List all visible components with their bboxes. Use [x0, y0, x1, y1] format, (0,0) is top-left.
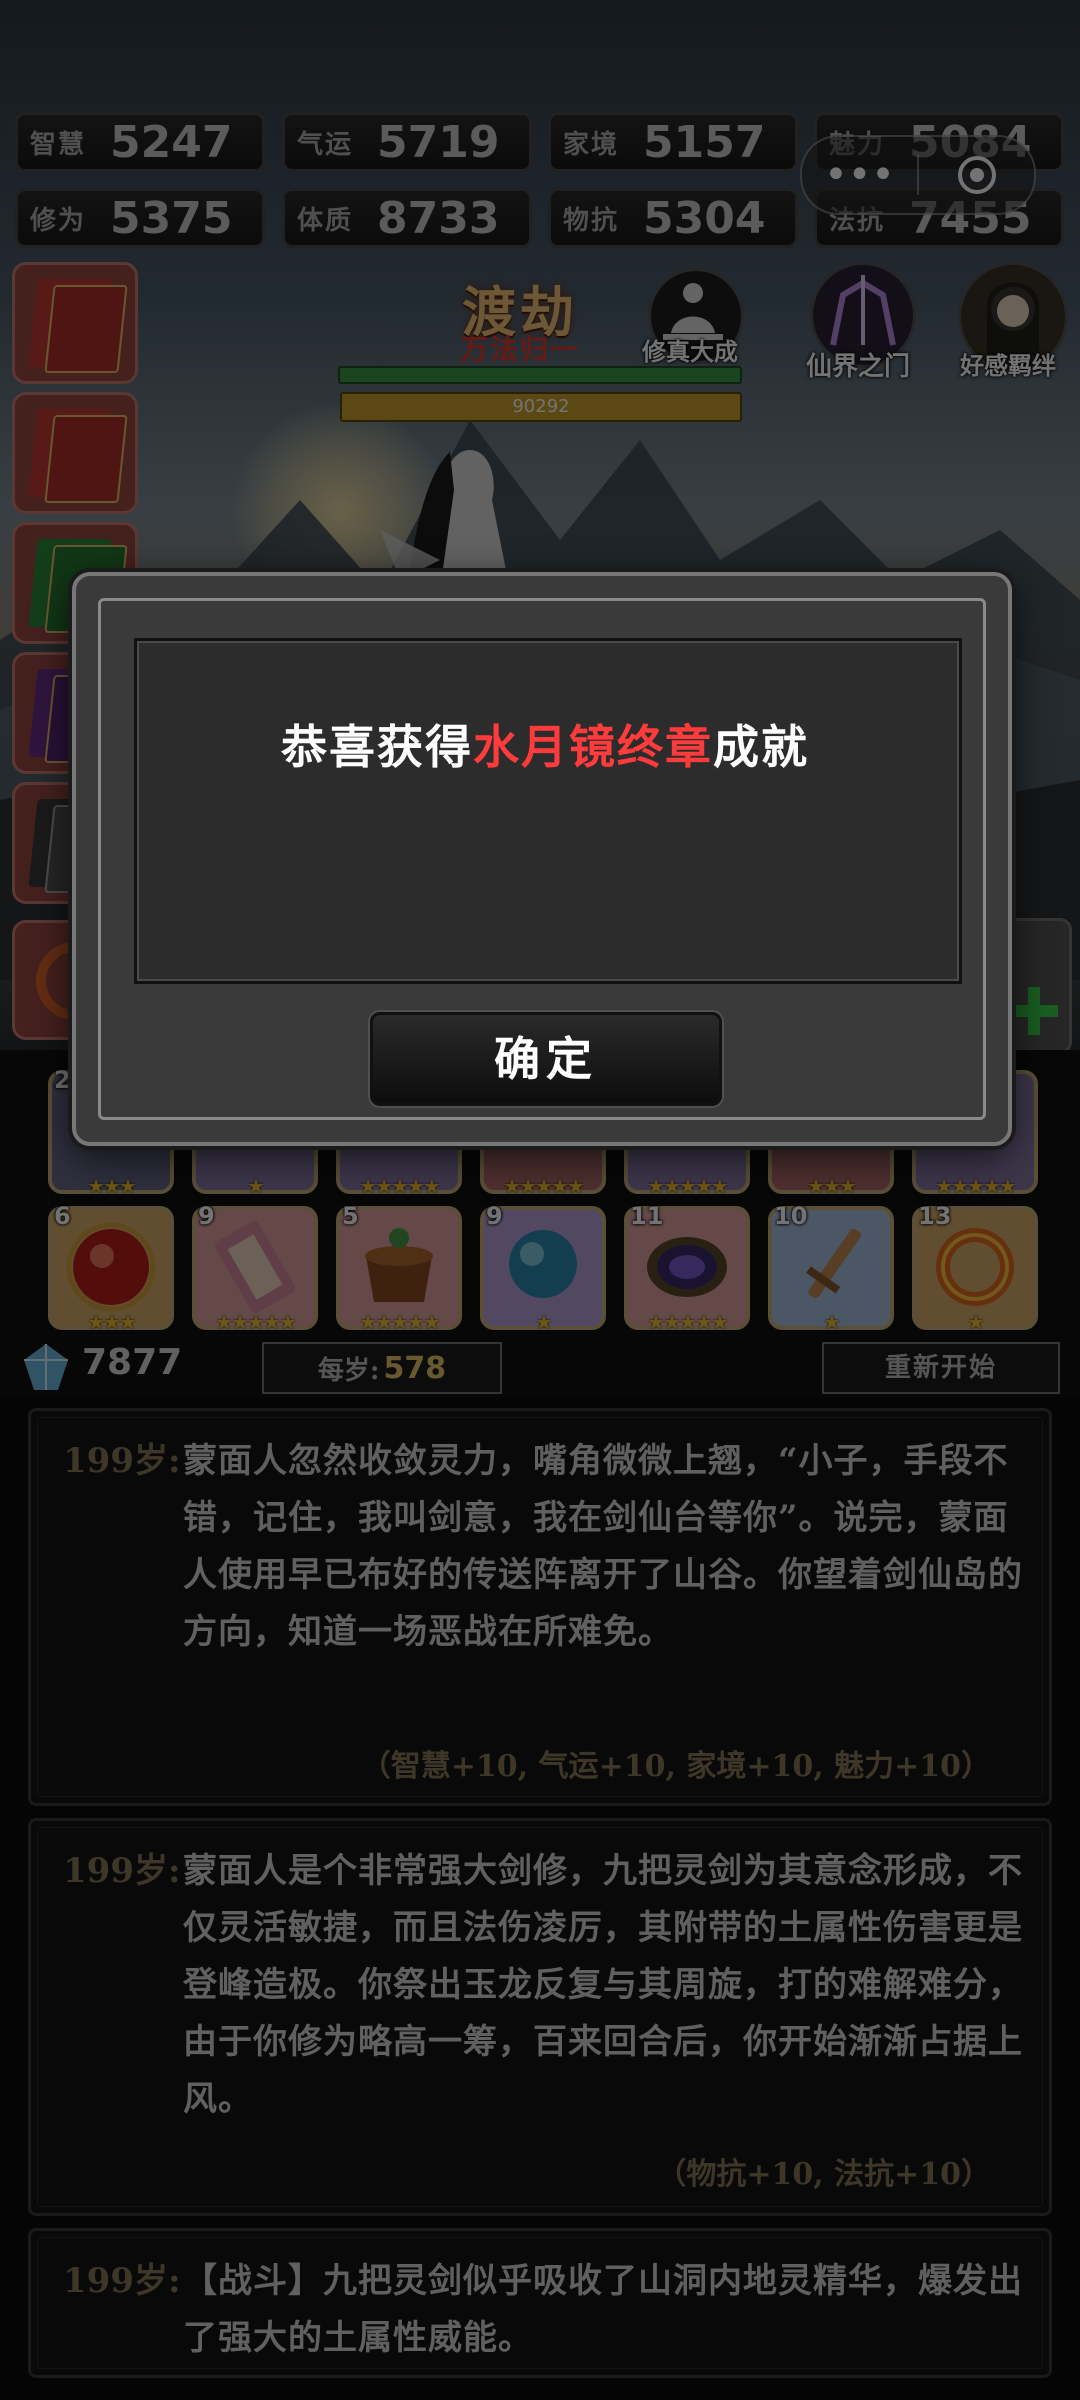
item-count: 6 — [54, 1202, 71, 1230]
log-entry: 199岁: 【战斗】九把灵剑似乎吸收了山洞内地灵精华，爆发出了强大的土属性威能。 — [28, 2228, 1052, 2378]
item-count: 9 — [198, 1202, 215, 1230]
yearly-income: 每岁: 578 — [262, 1342, 502, 1394]
item-slot[interactable]: 6 ★★★ — [48, 1202, 174, 1334]
book-cover-icon — [44, 415, 128, 503]
book-button-2[interactable] — [12, 392, 138, 514]
item-stars: ★★★★★ — [647, 1174, 729, 1198]
stat-value: 5719 — [377, 116, 500, 168]
item-stars: ★★★★★ — [503, 1174, 585, 1198]
stat-value: 5247 — [110, 116, 233, 168]
realm-subtitle: 万法归一 — [459, 333, 580, 366]
item-stars: ★★★★★ — [215, 1310, 297, 1334]
item-count: 5 — [342, 1202, 359, 1230]
age-label: 每岁: — [317, 1355, 380, 1386]
item-count: 11 — [630, 1202, 664, 1230]
confirm-button[interactable]: 确定 — [370, 1012, 722, 1106]
scroll-icon — [215, 1221, 295, 1313]
log-effect: （物抗+10, 法抗+10） — [656, 2157, 991, 2192]
item-stars: ★ — [247, 1174, 265, 1198]
crystal-icon — [24, 1344, 68, 1390]
item-stars: ★★★ — [807, 1174, 857, 1198]
item-stars: ★ — [967, 1310, 985, 1334]
stat-physical-resist: 物抗 5304 — [548, 188, 798, 248]
log-effect: （智慧+10, 气运+10, 家境+10, 魅力+10） — [360, 1749, 991, 1784]
restart-button[interactable]: 重新开始 — [822, 1342, 1060, 1394]
cauldron-icon — [365, 1228, 433, 1302]
immortal-gate-label: 仙界之门 — [806, 352, 911, 382]
blue-orb-icon — [509, 1230, 577, 1298]
affinity-label: 好感羁绊 — [960, 351, 1056, 380]
meditate-label: 修真大成 — [642, 337, 738, 366]
stat-label: 家境 — [563, 129, 620, 160]
book-cover-icon — [44, 285, 128, 373]
item-stars: ★★★★★ — [359, 1174, 441, 1198]
stat-value: 5304 — [643, 192, 766, 244]
book-button-1[interactable] — [12, 262, 138, 384]
stat-label: 体质 — [297, 205, 354, 236]
item-stars: ★ — [535, 1310, 553, 1334]
log-text: 【战斗】九把灵剑似乎吸收了山洞内地灵精华，爆发出了强大的土属性威能。 — [183, 2261, 1023, 2358]
item-slot[interactable]: 10 ★ — [768, 1202, 894, 1334]
message-suffix: 成就 — [713, 720, 809, 774]
exp-bar: 90292 — [340, 392, 742, 422]
crystal-count: 7877 — [82, 1342, 183, 1383]
stat-label: 修为 — [30, 205, 87, 236]
stat-value: 5157 — [643, 116, 766, 168]
stat-label: 物抗 — [563, 205, 620, 236]
log-entry: 199岁: 蒙面人忽然收敛灵力，嘴角微微上翘，“小子，手段不错，记住，我叫剑意，… — [28, 1408, 1052, 1806]
close-button[interactable] — [919, 153, 1034, 197]
item-count: 13 — [918, 1202, 952, 1230]
item-slot[interactable]: 5 ★★★★★ — [336, 1202, 462, 1334]
stat-cultivation: 修为 5375 — [15, 188, 265, 248]
message-prefix: 恭喜获得 — [281, 720, 473, 774]
stat-label: 气运 — [297, 129, 354, 160]
log-age: 199岁: — [63, 1441, 181, 1481]
log-text: 蒙面人是个非常强大剑修，九把灵剑为其意念形成，不仅灵活敏捷，而且法伤凌厉，其附带… — [183, 1851, 1023, 2119]
item-slot[interactable]: 9 ★★★★★ — [192, 1202, 318, 1334]
miniprogram-capsule: ••• — [800, 135, 1036, 215]
target-circle-icon — [957, 156, 996, 194]
item-count: 10 — [774, 1202, 808, 1230]
item-stars: ★★★★★ — [359, 1310, 441, 1334]
stat-wisdom: 智慧 5247 — [15, 112, 265, 172]
red-orb-icon — [66, 1222, 156, 1312]
item-stars: ★★★★★ — [935, 1174, 1017, 1198]
item-slot[interactable]: 11 ★★★★★ — [624, 1202, 750, 1334]
achievement-dialog: 恭喜获得 水月镜终章 成就 确定 — [72, 572, 1012, 1146]
item-stars: ★★★ — [87, 1174, 137, 1198]
more-button[interactable]: ••• — [802, 155, 917, 195]
log-age: 199岁: — [63, 2261, 181, 2301]
log-entry: 199岁: 蒙面人是个非常强大剑修，九把灵剑为其意念形成，不仅灵活敏捷，而且法伤… — [28, 1818, 1052, 2216]
age-value: 578 — [383, 1350, 447, 1386]
item-slot[interactable]: 9 ★ — [480, 1202, 606, 1334]
item-stars: ★★★★★ — [647, 1310, 729, 1334]
stat-label: 智慧 — [30, 129, 87, 160]
stat-constitution: 体质 8733 — [282, 188, 532, 248]
item-slot[interactable]: 13 ★ — [912, 1202, 1038, 1334]
log-age: 199岁: — [63, 1851, 181, 1891]
item-stars: ★★★ — [87, 1310, 137, 1334]
log-text: 蒙面人忽然收敛灵力，嘴角微微上翘，“小子，手段不错，记住，我叫剑意，我在剑仙台等… — [183, 1441, 1023, 1652]
stat-value: 5375 — [110, 192, 233, 244]
stat-value: 8733 — [377, 192, 500, 244]
hp-bar — [338, 366, 742, 384]
stat-family: 家境 5157 — [548, 112, 798, 172]
plus-icon — [1010, 987, 1058, 1035]
dialog-message: 恭喜获得 水月镜终章 成就 — [134, 638, 956, 850]
achievement-name: 水月镜终章 — [473, 720, 713, 774]
item-stars: ★ — [823, 1310, 841, 1334]
stat-luck: 气运 5719 — [282, 112, 532, 172]
item-count: 9 — [486, 1202, 503, 1230]
